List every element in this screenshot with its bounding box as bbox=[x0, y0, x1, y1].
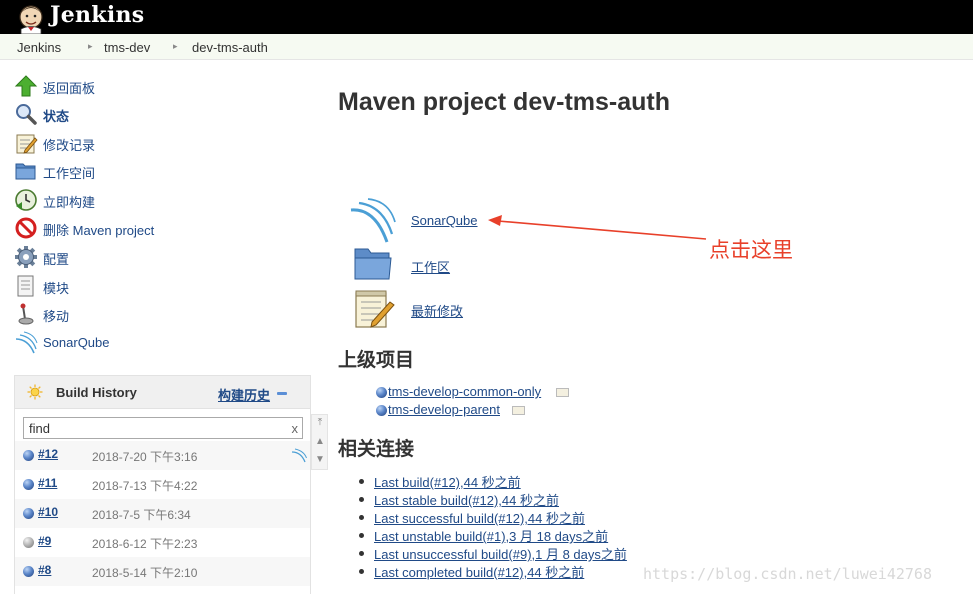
bullet-icon bbox=[359, 569, 364, 574]
joystick-icon bbox=[18, 303, 34, 325]
sun-icon bbox=[27, 384, 43, 400]
page-top-icon[interactable]: ⤒ bbox=[315, 418, 325, 428]
up-arrow-icon bbox=[14, 75, 38, 97]
jenkins-logo-icon[interactable] bbox=[14, 2, 48, 34]
recent-changes-link[interactable]: 最新修改 bbox=[411, 301, 463, 320]
bullet-icon bbox=[359, 551, 364, 556]
last-unsuccessful-build-link[interactable]: Last unsuccessful build(#9),1 月 8 days之前 bbox=[374, 544, 627, 563]
notepad-icon bbox=[16, 134, 38, 154]
sidebar-item-label: 状态 bbox=[43, 109, 70, 124]
sidebar-item-label: 工作空间 bbox=[43, 166, 96, 181]
build-status-blue-ball-icon bbox=[23, 566, 34, 577]
sonarqube-icon[interactable] bbox=[291, 447, 307, 463]
sidebar-item-label: SonarQube bbox=[43, 335, 110, 350]
build-number-link[interactable]: #10 bbox=[38, 505, 58, 519]
sidebar-item-label: 移动 bbox=[43, 309, 70, 324]
build-trend-link[interactable]: 构建历史 bbox=[218, 385, 270, 404]
sidebar-item-label: 修改记录 bbox=[43, 138, 96, 153]
bullet-icon bbox=[359, 515, 364, 520]
clock-build-icon bbox=[15, 189, 37, 211]
build-number-link[interactable]: #12 bbox=[38, 447, 58, 461]
build-status-blue-ball-icon bbox=[23, 450, 34, 461]
bullet-icon bbox=[359, 497, 364, 502]
sidebar-item-label: 返回面板 bbox=[43, 81, 96, 96]
collapse-minus-icon[interactable] bbox=[277, 392, 287, 395]
status-blue-ball-icon bbox=[376, 387, 387, 398]
annotation-label: 点击这里 bbox=[709, 238, 793, 262]
sidebar-item-label: 立即构建 bbox=[43, 195, 96, 210]
sonarqube-link[interactable]: SonarQube bbox=[411, 213, 478, 228]
project-card-icon bbox=[512, 406, 525, 415]
annotation-arrow bbox=[488, 215, 707, 240]
breadcrumb-item-dev-tms-auth[interactable]: dev-tms-auth bbox=[192, 40, 268, 55]
breadcrumb-item-tms-dev[interactable]: tms-dev bbox=[104, 40, 150, 55]
bullet-icon bbox=[359, 533, 364, 538]
sonarqube-icon bbox=[15, 331, 38, 354]
build-date: 2018-7-5 下午6:34 bbox=[92, 508, 191, 522]
last-completed-build-link[interactable]: Last completed build(#12),44 秒之前 bbox=[374, 562, 584, 581]
build-row[interactable]: #8 2018-5-14 下午2:10 bbox=[15, 557, 310, 586]
last-build-link[interactable]: Last build(#12),44 秒之前 bbox=[374, 472, 521, 491]
page-down-icon[interactable]: ▼ bbox=[315, 455, 325, 465]
last-stable-build-link[interactable]: Last stable build(#12),44 秒之前 bbox=[374, 490, 559, 509]
build-status-grey-ball-icon bbox=[23, 537, 34, 548]
build-search-input[interactable] bbox=[24, 418, 280, 438]
build-number-link[interactable]: #9 bbox=[38, 534, 51, 548]
build-history-title: Build History bbox=[56, 385, 137, 400]
clear-search-icon[interactable]: x bbox=[292, 421, 299, 436]
related-links-heading: 相关连接 bbox=[338, 439, 415, 460]
watermark-text: https://blog.csdn.net/luwei42768 bbox=[643, 565, 932, 583]
magnifier-icon bbox=[16, 104, 37, 125]
upstream-project-link[interactable]: tms-develop-common-only bbox=[388, 384, 541, 399]
build-row[interactable]: #12 2018-7-20 下午3:16 bbox=[15, 441, 310, 470]
build-number-link[interactable]: #8 bbox=[38, 563, 51, 577]
breadcrumb: Jenkins ▸ tms-dev ▸ dev-tms-auth bbox=[0, 34, 973, 60]
page-title: Maven project dev-tms-auth bbox=[338, 88, 671, 116]
folder-icon bbox=[15, 163, 36, 180]
document-icon bbox=[17, 275, 34, 297]
build-number-link[interactable]: #11 bbox=[38, 476, 57, 490]
workspace-link[interactable]: 工作区 bbox=[411, 257, 450, 276]
sidebar-item-label: 删除 Maven project bbox=[43, 223, 155, 238]
build-history-header: Build History 构建历史 bbox=[15, 376, 310, 409]
build-status-blue-ball-icon bbox=[23, 508, 34, 519]
build-date: 2018-5-14 下午2:10 bbox=[92, 566, 198, 580]
notepad-icon[interactable] bbox=[353, 288, 395, 330]
top-header: Jenkins bbox=[0, 0, 973, 34]
sidebar-item-label: 模块 bbox=[43, 281, 70, 296]
build-row[interactable]: #10 2018-7-5 下午6:34 bbox=[15, 499, 310, 528]
status-blue-ball-icon bbox=[376, 405, 387, 416]
build-date: 2018-6-12 下午2:23 bbox=[92, 537, 198, 551]
bullet-icon bbox=[359, 479, 364, 484]
gear-icon bbox=[15, 246, 37, 268]
page-up-icon[interactable]: ▲ bbox=[315, 437, 325, 447]
build-row[interactable]: #9 2018-6-12 下午2:23 bbox=[15, 528, 310, 557]
breadcrumb-separator-icon: ▸ bbox=[88, 41, 93, 51]
folder-icon[interactable] bbox=[353, 245, 393, 283]
last-unstable-build-link[interactable]: Last unstable build(#1),3 月 18 days之前 bbox=[374, 526, 608, 545]
upstream-project-link[interactable]: tms-develop-parent bbox=[388, 402, 500, 417]
build-date: 2018-7-20 下午3:16 bbox=[92, 450, 198, 464]
build-search-box: x bbox=[23, 417, 303, 439]
build-status-blue-ball-icon bbox=[23, 479, 34, 490]
build-row[interactable]: #11 2018-7-13 下午4:22 bbox=[15, 470, 310, 499]
build-history-widget: Build History 构建历史 x #12 2018-7-20 下午3:1… bbox=[14, 375, 311, 594]
project-card-icon bbox=[556, 388, 569, 397]
breadcrumb-separator-icon: ▸ bbox=[173, 41, 178, 51]
brand-name[interactable]: Jenkins bbox=[50, 2, 144, 28]
build-history-pager: ⤒ ▲ ▼ bbox=[311, 414, 328, 470]
build-date: 2018-7-13 下午4:22 bbox=[92, 479, 198, 493]
no-entry-icon bbox=[15, 217, 37, 239]
upstream-projects-heading: 上级项目 bbox=[338, 350, 415, 371]
sonarqube-icon[interactable] bbox=[349, 198, 397, 244]
sidebar-item-label: 配置 bbox=[43, 252, 70, 267]
last-successful-build-link[interactable]: Last successful build(#12),44 秒之前 bbox=[374, 508, 585, 527]
breadcrumb-item-jenkins[interactable]: Jenkins bbox=[17, 40, 61, 55]
